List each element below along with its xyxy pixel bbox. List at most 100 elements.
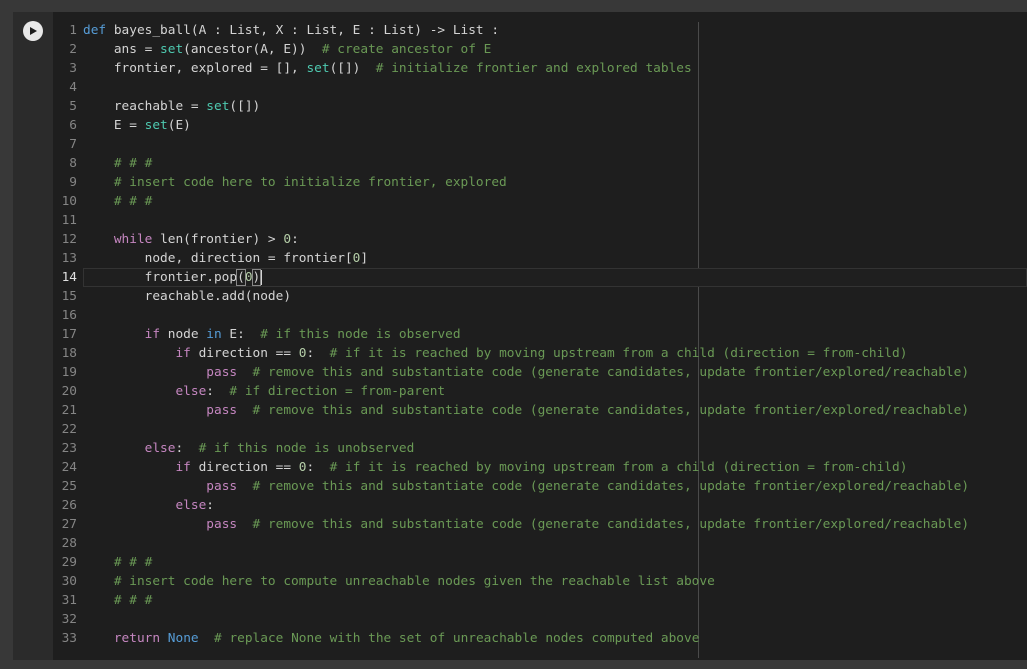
code-line[interactable]: 20 else: # if direction = from-parent bbox=[53, 382, 969, 401]
code-text: (ancestor(A, E)) bbox=[183, 42, 322, 57]
code-text: : bbox=[306, 346, 330, 361]
keyword-token: pass bbox=[206, 479, 238, 494]
line-number: 9 bbox=[69, 175, 77, 190]
line-number: 5 bbox=[69, 99, 77, 114]
line-number: 28 bbox=[61, 536, 77, 551]
code-line[interactable]: 1 def bayes_ball(A : List, X : List, E : … bbox=[53, 21, 969, 40]
line-number: 11 bbox=[61, 213, 77, 228]
line-number: 31 bbox=[61, 593, 77, 608]
comment-token: # remove this and substantiate code (gen… bbox=[252, 403, 970, 418]
code-line[interactable]: 29 # # # bbox=[53, 553, 969, 572]
code-line[interactable]: 11 bbox=[53, 211, 969, 230]
code-line[interactable]: 22 bbox=[53, 420, 969, 439]
code-line[interactable]: 28 bbox=[53, 534, 969, 553]
code-line[interactable]: 4 bbox=[53, 78, 969, 97]
code-line[interactable]: 6 E = set(E) bbox=[53, 116, 969, 135]
line-number: 2 bbox=[69, 42, 77, 57]
keyword-token: in bbox=[206, 327, 222, 342]
code-line[interactable]: 24 if direction == 0: # if it is reached… bbox=[53, 458, 969, 477]
line-number: 25 bbox=[61, 479, 77, 494]
code-line[interactable]: 8 # # # bbox=[53, 154, 969, 173]
line-number: 13 bbox=[61, 251, 77, 266]
code-line[interactable]: 23 else: # if this node is unobserved bbox=[53, 439, 969, 458]
line-number: 4 bbox=[69, 80, 77, 95]
comment-token: # # # bbox=[113, 194, 153, 209]
text-cursor bbox=[261, 270, 263, 285]
code-line[interactable]: 13 node, direction = frontier[0] bbox=[53, 249, 969, 268]
run-cell-button[interactable] bbox=[23, 21, 43, 41]
line-number: 23 bbox=[61, 441, 77, 456]
builtin-token: set bbox=[160, 42, 184, 57]
code-cell[interactable]: 1 def bayes_ball(A : List, X : List, E : … bbox=[13, 12, 1027, 660]
code-line[interactable]: 17 if node in E: # if this node is obser… bbox=[53, 325, 969, 344]
number-token: 0 bbox=[244, 270, 253, 285]
line-number: 32 bbox=[61, 612, 77, 627]
code-text: node, direction = frontier[ bbox=[83, 251, 353, 266]
line-number: 21 bbox=[61, 403, 77, 418]
code-line[interactable]: 19 pass # remove this and substantiate c… bbox=[53, 363, 969, 382]
keyword-token: pass bbox=[206, 403, 238, 418]
code-line[interactable]: 25 pass # remove this and substantiate c… bbox=[53, 477, 969, 496]
code-line[interactable]: 12 while len(frontier) > 0: bbox=[53, 230, 969, 249]
code-text: : bbox=[206, 498, 214, 513]
code-line[interactable]: 3 frontier, explored = [], set([]) # ini… bbox=[53, 59, 969, 78]
code-line[interactable]: 26 else: bbox=[53, 496, 969, 515]
code-line-active[interactable]: 14 frontier.pop(0) bbox=[53, 268, 969, 287]
code-line[interactable]: 16 bbox=[53, 306, 969, 325]
comment-token: # if direction = from-parent bbox=[229, 384, 446, 399]
code-line[interactable]: 5 reachable = set([]) bbox=[53, 97, 969, 116]
code-text: direction == bbox=[190, 460, 299, 475]
line-number: 19 bbox=[61, 365, 77, 380]
code-line[interactable]: 32 bbox=[53, 610, 969, 629]
code-text: frontier.pop bbox=[83, 270, 238, 285]
code-line[interactable]: 33 return None # replace None with the s… bbox=[53, 629, 969, 648]
code-line[interactable]: 10 # # # bbox=[53, 192, 969, 211]
code-text: E = bbox=[83, 118, 145, 133]
keyword-token: def bbox=[83, 23, 107, 38]
code-text: ([]) bbox=[329, 61, 376, 76]
line-number: 10 bbox=[61, 194, 77, 209]
comment-token: # # # bbox=[113, 555, 153, 570]
code-line[interactable]: 27 pass # remove this and substantiate c… bbox=[53, 515, 969, 534]
code-text: : bbox=[306, 460, 330, 475]
line-number: 16 bbox=[61, 308, 77, 323]
keyword-token: pass bbox=[206, 517, 238, 532]
code-line[interactable]: 31 # # # bbox=[53, 591, 969, 610]
line-number: 12 bbox=[61, 232, 77, 247]
comment-token: # # # bbox=[113, 593, 153, 608]
code-line[interactable]: 15 reachable.add(node) bbox=[53, 287, 969, 306]
code-lines[interactable]: 1 def bayes_ball(A : List, X : List, E : … bbox=[53, 21, 969, 648]
line-number: 33 bbox=[61, 631, 77, 646]
code-line[interactable]: 2 ans = set(ancestor(A, E)) # create anc… bbox=[53, 40, 969, 59]
comment-token: # if this node is unobserved bbox=[198, 441, 415, 456]
code-text: bayes_ball(A : List, X : List, E : List)… bbox=[106, 23, 500, 38]
code-line[interactable]: 21 pass # remove this and substantiate c… bbox=[53, 401, 969, 420]
matched-bracket: ) bbox=[251, 269, 262, 286]
code-text: : bbox=[206, 384, 230, 399]
line-number: 8 bbox=[69, 156, 77, 171]
code-line[interactable]: 7 bbox=[53, 135, 969, 154]
keyword-token: while bbox=[113, 232, 153, 247]
code-line[interactable]: 30 # insert code here to compute unreach… bbox=[53, 572, 969, 591]
code-text: reachable = bbox=[83, 99, 207, 114]
code-line[interactable]: 18 if direction == 0: # if it is reached… bbox=[53, 344, 969, 363]
code-line[interactable]: 9 # insert code here to initialize front… bbox=[53, 173, 969, 192]
code-editor[interactable]: 1 def bayes_ball(A : List, X : List, E : … bbox=[53, 12, 1027, 660]
line-number: 1 bbox=[69, 23, 77, 38]
comment-token: # remove this and substantiate code (gen… bbox=[252, 517, 970, 532]
code-text: node bbox=[160, 327, 207, 342]
comment-token: # insert code here to initialize frontie… bbox=[113, 175, 507, 190]
keyword-token: else bbox=[175, 498, 207, 513]
